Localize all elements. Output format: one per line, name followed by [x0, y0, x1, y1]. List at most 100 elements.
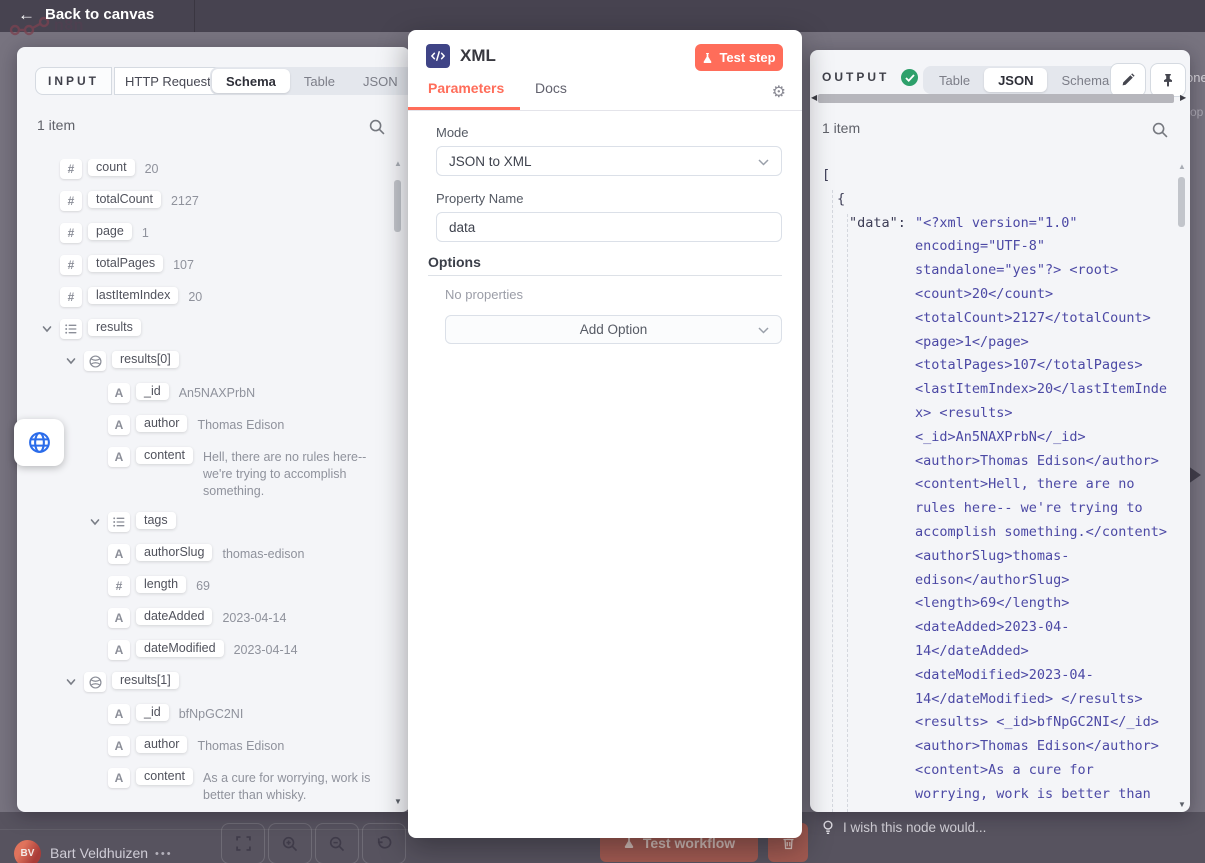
edit-output-button[interactable] [1110, 63, 1146, 97]
json-line: <length>69</length> [810, 592, 1176, 616]
tab-json[interactable]: JSON [984, 68, 1047, 92]
options-divider [428, 275, 782, 276]
tab-table[interactable]: Table [925, 68, 984, 92]
avatar[interactable]: BV [14, 840, 41, 863]
user-menu-button[interactable]: ••• [155, 848, 173, 860]
tab-docs[interactable]: Docs [535, 80, 567, 96]
hscroll-left-arrow[interactable]: ◀ [811, 93, 817, 102]
schema-key[interactable]: totalPages [88, 255, 163, 272]
mode-select[interactable]: JSON to XML [436, 146, 782, 176]
scroll-up-arrow[interactable]: ▲ [394, 159, 402, 168]
node-feedback-bar[interactable]: I wish this node would... [822, 820, 986, 835]
schema-key[interactable]: results [88, 319, 141, 336]
output-panel: OUTPUT Table JSON Schema ◀ ▶ 1 item [{"d… [810, 50, 1190, 812]
json-line: <dateModified>2023-04- [810, 664, 1176, 688]
schema-row: tags [17, 512, 410, 532]
vertical-scrollbar[interactable] [1178, 177, 1185, 227]
scroll-down-arrow[interactable]: ▼ [1178, 800, 1186, 809]
chevron-down-icon[interactable] [90, 512, 108, 527]
schema-key[interactable]: page [88, 223, 132, 240]
schema-value: An5NAXPrbN [179, 383, 410, 402]
reset-zoom-button[interactable] [362, 823, 406, 863]
schema-value: 20 [145, 159, 410, 178]
chevron-down-icon [758, 154, 769, 169]
number-type-icon: # [60, 255, 82, 275]
string-type-icon: A [108, 447, 130, 467]
input-panel-title: INPUT [35, 67, 112, 95]
tab-table[interactable]: Table [290, 69, 349, 93]
schema-key[interactable]: results[1] [112, 672, 179, 689]
pin-data-button[interactable] [1150, 63, 1186, 97]
number-type-icon: # [60, 223, 82, 243]
chevron-down-icon[interactable] [66, 351, 84, 366]
schema-key[interactable]: _id [136, 704, 169, 721]
node-feedback-text: I wish this node would... [843, 820, 986, 835]
json-line: <author>Thomas Edison</author> [810, 450, 1176, 474]
node-settings-modal: XML Test step Parameters Docs ⚙ Mode JSO… [408, 30, 802, 838]
zoom-in-button[interactable] [268, 823, 312, 863]
schema-value: 2023-04-14 [234, 640, 410, 659]
schema-key[interactable]: tags [136, 512, 176, 529]
tab-json[interactable]: JSON [349, 69, 412, 93]
json-line: worrying, work is better than [810, 783, 1176, 807]
active-tab-underline [408, 107, 520, 110]
json-line: <dateAdded>2023-04- [810, 616, 1176, 640]
schema-key[interactable]: length [136, 576, 186, 593]
schema-key[interactable]: author [136, 415, 187, 432]
chevron-spacer [90, 447, 108, 452]
schema-key[interactable]: content [136, 447, 193, 464]
number-type-icon: # [60, 287, 82, 307]
schema-key[interactable]: results[0] [112, 351, 179, 368]
json-line: <content>Hell, there are no [810, 473, 1176, 497]
string-type-icon: A [108, 608, 130, 628]
zoom-out-button[interactable] [315, 823, 359, 863]
tab-parameters[interactable]: Parameters [428, 80, 504, 96]
search-icon[interactable] [369, 119, 385, 140]
input-items-count: 1 item [37, 117, 75, 133]
chevron-down-icon[interactable] [42, 319, 60, 334]
test-step-button[interactable]: Test step [695, 44, 783, 71]
chevron-spacer [90, 608, 108, 613]
chevron-spacer [42, 287, 60, 292]
property-name-input[interactable]: data [436, 212, 782, 242]
hscroll-right-arrow[interactable]: ▶ [1180, 93, 1186, 102]
schema-row: AauthorThomas Edison [17, 415, 410, 435]
schema-key[interactable]: lastItemIndex [88, 287, 178, 304]
floating-extension-widget[interactable] [14, 419, 64, 466]
schema-key[interactable]: count [88, 159, 135, 176]
chevron-down-icon[interactable] [66, 672, 84, 687]
schema-tree: #count20#totalCount2127#page1#totalPages… [17, 159, 410, 809]
json-output-view: [{"data":"<?xml version="1.0"encoding="U… [810, 164, 1176, 812]
schema-row: #totalPages107 [17, 255, 410, 275]
schema-key[interactable]: _id [136, 383, 169, 400]
schema-key[interactable]: content [136, 768, 193, 785]
gear-icon[interactable]: ⚙ [772, 82, 786, 102]
schema-value [189, 672, 410, 674]
add-option-label: Add Option [580, 322, 648, 337]
schema-value: As a cure for worrying, work is better t… [203, 768, 410, 804]
chevron-spacer [90, 704, 108, 709]
schema-key[interactable]: author [136, 736, 187, 753]
schema-row: AdateAdded2023-04-14 [17, 608, 410, 628]
back-to-canvas-button[interactable]: ← Back to canvas [18, 6, 154, 23]
json-line: 14</dateModified> </results> [810, 688, 1176, 712]
search-icon[interactable] [1152, 122, 1168, 143]
schema-key[interactable]: totalCount [88, 191, 161, 208]
vertical-scrollbar[interactable] [394, 180, 401, 232]
horizontal-scrollbar[interactable] [818, 94, 1174, 103]
schema-row: AauthorSlugthomas-edison [17, 544, 410, 564]
tab-schema[interactable]: Schema [212, 69, 290, 93]
json-line: 14</dateAdded> [810, 640, 1176, 664]
schema-key[interactable]: dateAdded [136, 608, 212, 625]
schema-key[interactable]: authorSlug [136, 544, 212, 561]
add-option-select[interactable]: Add Option [445, 315, 782, 344]
fit-view-button[interactable] [221, 823, 265, 863]
options-section-label: Options [428, 254, 481, 270]
chevron-spacer [90, 576, 108, 581]
schema-key[interactable]: dateModified [136, 640, 224, 657]
chevron-spacer [42, 255, 60, 260]
json-string-value: "<?xml version="1.0" [915, 215, 1078, 231]
scroll-down-arrow[interactable]: ▼ [394, 797, 402, 806]
json-key-line: "data":"<?xml version="1.0" [810, 212, 1176, 236]
scroll-up-arrow[interactable]: ▲ [1178, 162, 1186, 171]
